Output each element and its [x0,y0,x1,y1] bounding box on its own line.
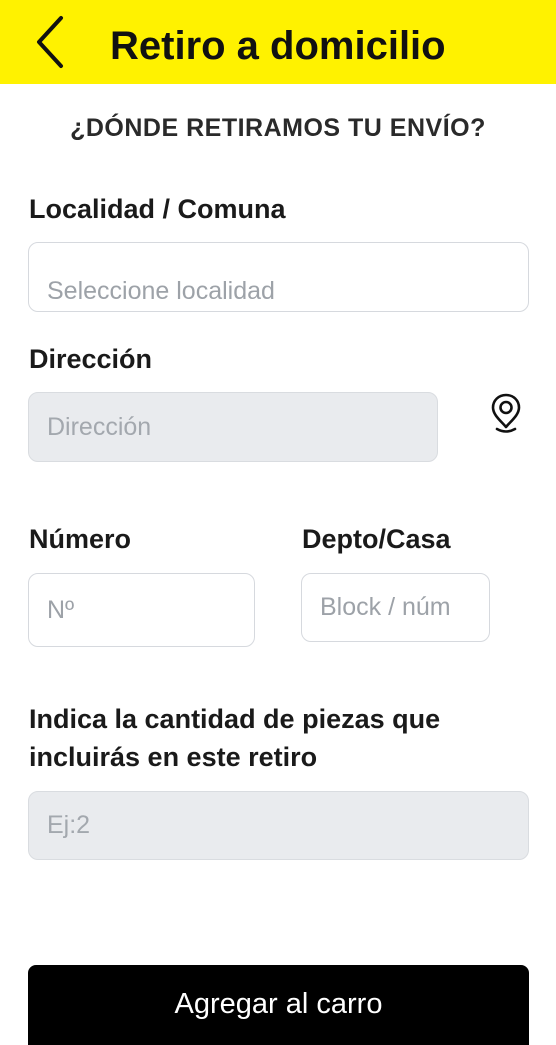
numero-label: Número [29,524,132,554]
depto-label: Depto/Casa [302,524,451,554]
map-location-button[interactable] [486,390,526,436]
chevron-left-icon [37,16,63,68]
direccion-field[interactable] [28,392,438,462]
piezas-label-line2: incluirás en este retiro [29,742,318,772]
direccion-label: Dirección [29,344,153,374]
back-button[interactable] [26,12,74,72]
localidad-label: Localidad / Comuna [29,194,286,224]
piezas-field[interactable] [28,791,529,860]
map-pin-icon [491,393,521,433]
add-to-cart-label: Agregar al carro [174,988,383,1020]
add-to-cart-button[interactable]: Agregar al carro [28,965,529,1045]
app-header: Retiro a domicilio [0,0,556,84]
localidad-select[interactable] [28,242,529,312]
piezas-label-line1: Indica la cantidad de piezas que [29,704,441,734]
numero-field[interactable] [28,573,255,647]
page-title: Retiro a domicilio [110,24,446,68]
section-heading: ¿DÓNDE RETIRAMOS TU ENVÍO? [70,114,486,142]
depto-field[interactable] [301,573,490,642]
